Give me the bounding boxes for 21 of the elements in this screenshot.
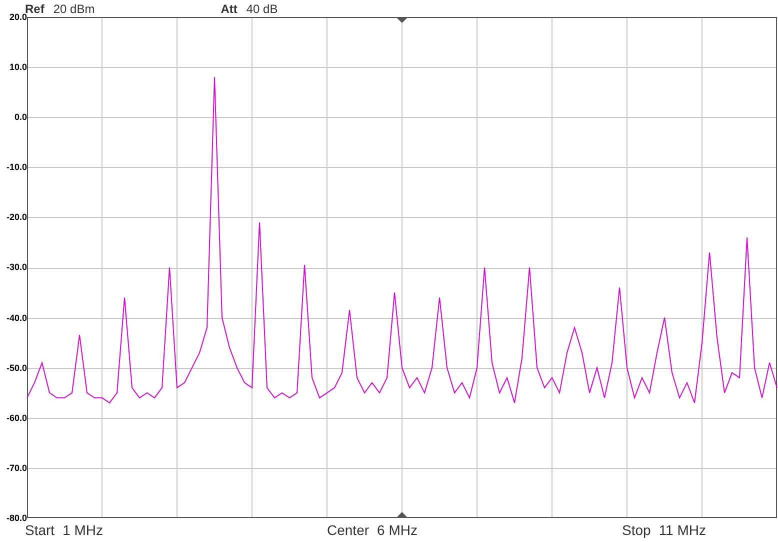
- y-axis-label: -10.0: [6, 162, 27, 172]
- y-axis-label: -30.0: [6, 262, 27, 272]
- frequency-value: 1 MHz: [62, 520, 104, 540]
- y-axis-label: -70.0: [6, 462, 27, 473]
- ref-level: 20 dBm: [53, 2, 95, 14]
- frequency-label: Stop: [622, 520, 651, 540]
- ref-label: Ref: [25, 2, 44, 14]
- y-axis-label: -60.0: [6, 412, 27, 423]
- y-axis-label: 20.0: [9, 12, 27, 22]
- frequency-label: Center: [327, 520, 370, 540]
- y-axis-label: -20.0: [6, 212, 27, 222]
- frequency-value: 11 MHz: [658, 520, 706, 540]
- y-axis-label: 0.0: [14, 112, 27, 122]
- y-axis-label: -40.0: [6, 312, 27, 323]
- frequency-label: Start: [25, 522, 55, 540]
- attenuation-value: 40 dB: [246, 2, 278, 14]
- y-axis-label: -50.0: [6, 362, 27, 373]
- y-axis-label: 10.0: [9, 62, 27, 72]
- frequency-value: 6 MHz: [377, 520, 418, 540]
- y-axis-label: -80.0: [6, 512, 27, 523]
- att-label: Att: [220, 2, 238, 14]
